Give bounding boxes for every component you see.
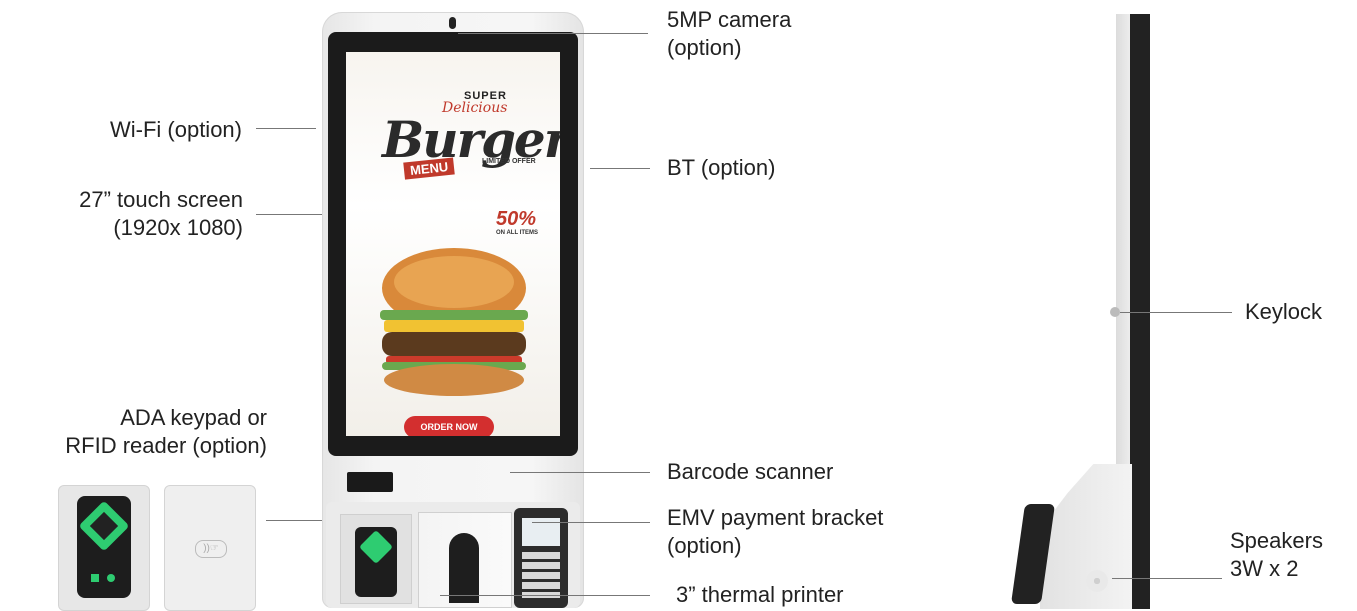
label-emv-line1: EMV payment bracket [667, 505, 884, 530]
label-emv-line2: (option) [667, 533, 742, 558]
label-ada-keypad: ADA keypad or RFID reader (option) [65, 404, 267, 460]
label-emv: EMV payment bracket (option) [667, 504, 883, 560]
leader-camera [458, 33, 648, 34]
leader-keylock [1120, 312, 1232, 313]
burger-image [380, 248, 528, 396]
leader-wifi [256, 128, 316, 129]
rfid-reader-module: ))☞ [164, 485, 256, 611]
thermal-printer [418, 512, 512, 608]
emv-terminal-keys [522, 552, 560, 598]
label-ada-line1: ADA keypad or [120, 405, 267, 430]
label-printer: 3” thermal printer [676, 582, 844, 607]
label-speakers: Speakers 3W x 2 [1230, 527, 1323, 583]
label-camera-line1: 5MP camera [667, 7, 792, 32]
leader-barcode [510, 472, 650, 473]
emv-terminal [514, 508, 568, 608]
printer-slot [449, 533, 479, 603]
kiosk-front-view: SUPER Delicious Burger MENU LIMITED OFFE… [322, 12, 584, 608]
keypad-round-key [107, 574, 115, 582]
promo-discount: 50% [496, 208, 537, 230]
label-ada-line2: RFID reader (option) [65, 433, 267, 458]
label-speakers-line1: Speakers [1230, 528, 1323, 553]
kiosk-base [326, 502, 580, 608]
leader-bt [590, 168, 650, 169]
barcode-scanner-window [347, 472, 393, 492]
label-bt: BT (option) [667, 155, 776, 180]
ada-keypad-module [58, 485, 150, 611]
speaker-icon [1086, 570, 1108, 592]
label-barcode: Barcode scanner [667, 459, 834, 484]
label-wifi: Wi-Fi (option) [109, 117, 242, 142]
label-camera: 5MP camera (option) [667, 6, 791, 62]
contactless-icon: ))☞ [195, 540, 227, 558]
keylock-icon [1110, 307, 1120, 317]
camera-icon [449, 17, 456, 29]
touch-screen: SUPER Delicious Burger MENU LIMITED OFFE… [346, 52, 560, 436]
order-now-button[interactable]: ORDER NOW [404, 416, 494, 436]
leader-emv [532, 522, 650, 523]
label-touch-screen-line2: (1920x 1080) [113, 215, 243, 240]
label-camera-line2: (option) [667, 35, 742, 60]
promo-limited-offer: LIMITED OFFER [482, 158, 536, 165]
label-touch-screen-line1: 27” touch screen [79, 187, 243, 212]
side-base [1040, 464, 1132, 609]
screen-bezel: SUPER Delicious Burger MENU LIMITED OFFE… [328, 32, 578, 456]
slot-keypad-diamond-icon [359, 530, 393, 564]
promo-on-all-items: ON ALL ITEMS [496, 230, 538, 236]
leader-printer [440, 595, 650, 596]
keypad-body [77, 496, 131, 598]
label-speakers-line2: 3W x 2 [1230, 556, 1299, 581]
keypad-square-key [91, 574, 99, 582]
slot-keypad-body [355, 527, 397, 597]
label-touch-screen: 27” touch screen (1920x 1080) [79, 186, 243, 242]
ada-keypad-slot [340, 514, 412, 604]
leader-speakers [1112, 578, 1222, 579]
label-keylock: Keylock [1245, 299, 1323, 324]
